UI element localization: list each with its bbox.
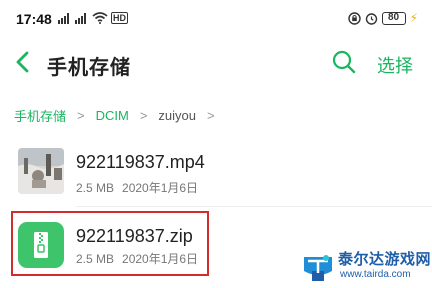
search-icon[interactable] xyxy=(331,49,357,75)
file-date: 2020年1月6日 xyxy=(122,181,199,195)
signal-icon xyxy=(75,13,86,24)
hd-icon: HD xyxy=(111,12,128,24)
file-meta: 2.5 MB 2020年1月6日 xyxy=(76,179,198,196)
breadcrumb: 手机存储 > DCIM > zuiyou > xyxy=(14,104,226,126)
breadcrumb-item-storage[interactable]: 手机存储 xyxy=(14,106,66,125)
highlight-box xyxy=(11,211,209,276)
select-button[interactable]: 选择 xyxy=(377,52,413,78)
lock-rotation-icon xyxy=(347,11,361,25)
file-size: 2.5 MB xyxy=(76,181,115,195)
wifi-icon xyxy=(92,12,108,24)
status-right-icons: 80 ⚡ xyxy=(347,11,418,25)
watermark: 泰尔达游戏网 www.tairda.com xyxy=(298,244,432,288)
breadcrumb-separator: > xyxy=(207,107,215,123)
status-left-icons: HD xyxy=(58,12,128,24)
status-time: 17:48 xyxy=(16,11,52,27)
row-divider xyxy=(76,206,432,207)
header: 手机存储 选择 xyxy=(0,40,432,84)
alarm-icon xyxy=(365,12,377,25)
video-thumbnail xyxy=(18,148,64,194)
charging-icon: ⚡ xyxy=(409,11,418,25)
file-name: 922119837.mp4 xyxy=(76,152,205,172)
breadcrumb-separator: > xyxy=(77,107,85,123)
back-arrow-icon[interactable] xyxy=(12,50,34,74)
breadcrumb-item-dcim[interactable]: DCIM xyxy=(96,108,129,123)
breadcrumb-item-zuiyou[interactable]: zuiyou xyxy=(158,108,196,123)
watermark-logo-icon xyxy=(304,255,332,281)
signal-icon xyxy=(58,13,69,24)
file-row-mp4[interactable]: 922119837.mp4 2.5 MB 2020年1月6日 xyxy=(0,143,432,205)
battery-icon: 80 xyxy=(381,11,406,25)
page-title: 手机存储 xyxy=(47,57,131,79)
breadcrumb-separator: > xyxy=(139,107,148,123)
status-bar: 17:48 HD 80 ⚡ xyxy=(0,0,432,36)
watermark-url: www.tairda.com xyxy=(340,269,411,280)
watermark-title: 泰尔达游戏网 xyxy=(338,251,432,268)
